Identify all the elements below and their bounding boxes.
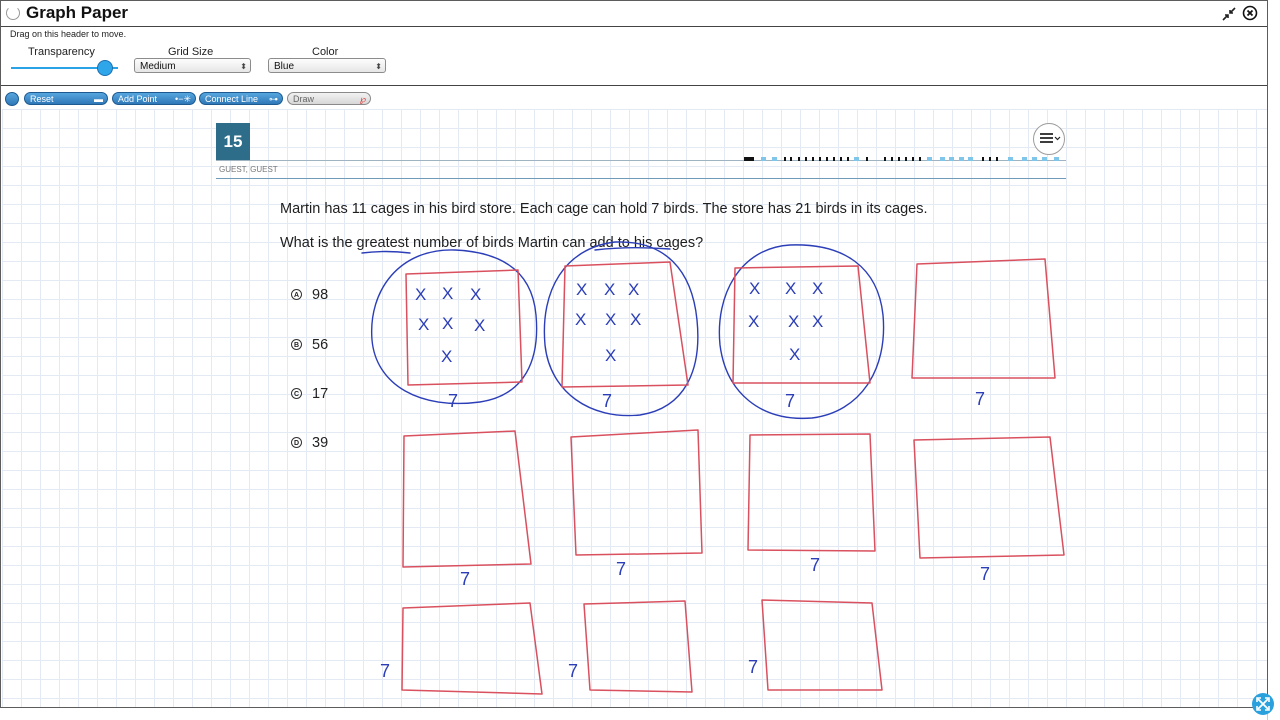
window-header[interactable]: Graph Paper xyxy=(1,1,1267,27)
compress-arrows-icon[interactable] xyxy=(1221,6,1237,22)
draw-label: Draw xyxy=(293,94,315,104)
connect-line-icon: ⊶ xyxy=(269,94,278,104)
expand-arrows-icon xyxy=(1256,697,1270,711)
choice-value: 56 xyxy=(312,337,329,353)
question-stem: Martin has 11 cages in his bird store. E… xyxy=(280,201,928,217)
connect-line-label: Connect Line xyxy=(205,94,259,104)
choice-letter: A xyxy=(291,289,302,300)
question-menu-button[interactable] xyxy=(1033,123,1065,155)
choice-letter: B xyxy=(291,339,302,350)
question-number: 15 xyxy=(216,123,250,160)
choice-value: 39 xyxy=(312,435,329,451)
graph-paper-window: Graph Paper Drag on this header to move.… xyxy=(0,0,1268,708)
transparency-slider-thumb[interactable] xyxy=(97,60,114,76)
graph-paper-grid[interactable] xyxy=(2,109,1267,707)
reset-label: Reset xyxy=(30,94,54,104)
color-label: Color xyxy=(312,46,339,58)
reset-button[interactable]: Reset ▬ xyxy=(24,92,108,105)
choice-letter: D xyxy=(291,437,302,448)
expand-arrows-button[interactable] xyxy=(1252,693,1274,715)
chevron-updown-icon: ⬍ xyxy=(240,62,247,71)
color-select[interactable]: Blue ⬍ xyxy=(268,58,386,73)
grid-size-select[interactable]: Medium ⬍ xyxy=(134,58,251,73)
question-prompt: What is the greatest number of birds Mar… xyxy=(280,235,704,251)
controls-divider xyxy=(1,85,1267,86)
loading-spinner-icon xyxy=(6,6,20,20)
add-point-button[interactable]: Add Point •−✳ xyxy=(112,92,196,105)
grid-size-label: Grid Size xyxy=(168,46,214,58)
color-value: Blue xyxy=(274,61,295,72)
right-edge-strip xyxy=(1267,0,1280,720)
connect-line-button[interactable]: Connect Line ⊶ xyxy=(199,92,283,105)
drag-hint: Drag on this header to move. xyxy=(10,29,127,39)
point-icon: •−✳ xyxy=(175,94,191,104)
draw-button[interactable]: Draw ℘ xyxy=(287,92,371,105)
choice-letter: C xyxy=(291,388,302,399)
choice-value: 17 xyxy=(312,386,329,402)
eraser-icon: ▬ xyxy=(94,94,103,104)
close-circle-icon[interactable] xyxy=(1242,5,1258,21)
grid-size-value: Medium xyxy=(140,61,176,72)
question-progress-bar xyxy=(744,157,1059,161)
transparency-label: Transparency xyxy=(28,46,95,58)
user-name: GUEST, GUEST xyxy=(219,165,278,174)
undo-button[interactable] xyxy=(5,92,19,106)
add-point-label: Add Point xyxy=(118,94,158,104)
chevron-updown-icon: ⬍ xyxy=(375,62,382,71)
window-title: Graph Paper xyxy=(26,3,129,22)
question-header-rule-bottom xyxy=(216,178,1066,179)
hamburger-menu-icon xyxy=(1040,133,1061,143)
pen-squiggle-icon: ℘ xyxy=(359,94,366,104)
choice-value: 98 xyxy=(312,287,329,303)
